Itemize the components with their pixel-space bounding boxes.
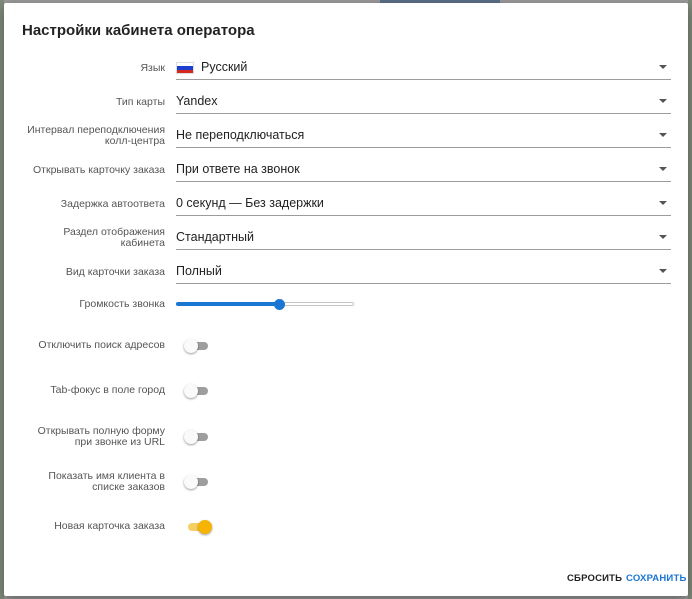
toggle-label: Открывать полную форму при звонке из URL [18,426,165,448]
autoanswer-delay-label: Задержка автоответа [60,198,165,210]
toggle-label-line1: Новая карточка заказа [54,520,165,532]
slider-thumb[interactable] [274,299,286,310]
reconnect-interval-label-line2: колл-центра [104,135,165,147]
background-map-right [688,0,692,599]
toggle-label-line2: при звонке из URL [74,436,165,448]
card-view-label: Вид карточки заказа [65,266,165,278]
show-client-name-toggle[interactable] [184,474,212,490]
toggle-label: Tab-фокус в поле город [18,385,165,396]
tab-focus-city-toggle[interactable] [184,383,212,399]
autoanswer-delay-select[interactable]: 0 секунд — Без задержки [176,193,671,216]
chevron-down-icon [659,133,667,137]
chevron-down-icon [659,201,667,205]
open-order-card-value: При ответе на звонок [176,162,300,176]
chevron-down-icon [659,167,667,171]
open-full-form-toggle[interactable] [184,429,212,445]
slider-fill [176,302,280,306]
map-type-value: Yandex [176,94,218,108]
toggle-label-line2: списке заказов [92,481,165,493]
toggle-thumb [184,339,198,353]
operator-settings-dialog: Настройки кабинета оператора Язык Русски… [4,3,688,596]
map-type-label: Тип карты [115,96,165,108]
chevron-down-icon [659,65,667,69]
chevron-down-icon [659,269,667,273]
toggle-label: Показать имя клиента в списке заказов [18,471,165,493]
toggle-label: Отключить поиск адресов [18,340,165,351]
toggle-thumb [184,475,198,489]
toggle-thumb [184,384,198,398]
display-section-select[interactable]: Стандартный [176,227,671,250]
chevron-down-icon [659,99,667,103]
reconnect-interval-label: Интервал переподключения колл-центра [18,125,165,147]
display-section-value: Стандартный [176,230,254,244]
autoanswer-delay-value: 0 секунд — Без задержки [176,196,324,210]
chevron-down-icon [659,235,667,239]
display-section-label: Раздел отображения кабинета [18,227,165,249]
display-section-label-line2: кабинета [120,237,165,249]
card-view-value: Полный [176,264,222,278]
toggle-label-line1: Отключить поиск адресов [38,339,165,351]
reconnect-interval-select[interactable]: Не переподключаться [176,125,671,148]
open-order-card-select[interactable]: При ответе на звонок [176,159,671,182]
language-label: Язык [140,62,165,74]
card-view-select[interactable]: Полный [176,261,671,284]
new-order-card-toggle[interactable] [184,519,212,535]
russian-flag-icon [176,62,194,74]
ring-volume-slider[interactable] [176,298,354,310]
toggle-thumb [198,520,212,534]
map-type-select[interactable]: Yandex [176,91,671,114]
toggle-thumb [184,430,198,444]
open-order-card-label: Открывать карточку заказа [33,164,165,176]
save-button[interactable]: СОХРАНИТЬ [626,573,686,584]
toggle-label-line1: Tab-фокус в поле город [50,384,165,396]
ring-volume-label: Громкость звонка [79,298,165,310]
language-value: Русский [201,60,248,74]
toggle-label: Новая карточка заказа [18,521,165,532]
dialog-title: Настройки кабинета оператора [22,22,255,39]
disable-address-search-toggle[interactable] [184,338,212,354]
language-select[interactable]: Русский [176,57,671,80]
reconnect-interval-value: Не переподключаться [176,128,305,142]
reset-button[interactable]: СБРОСИТЬ [567,573,622,584]
